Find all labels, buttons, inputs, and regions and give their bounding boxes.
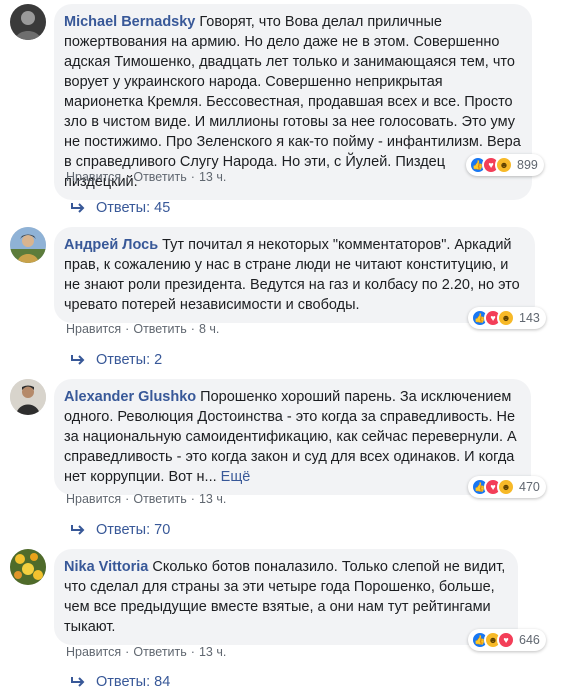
reply-arrow-icon xyxy=(71,677,85,687)
reactions-summary[interactable]: 👍 ☻ ♥ 646 xyxy=(468,629,546,651)
reply-arrow-icon xyxy=(71,203,85,213)
reactions-summary[interactable]: 👍 ♥ ☻ 470 xyxy=(468,476,546,498)
comment-actions: Нравится · Ответить · 8 ч. xyxy=(66,321,219,337)
reply-link[interactable]: Ответить xyxy=(133,322,186,336)
like-link[interactable]: Нравится xyxy=(66,492,121,506)
replies-link[interactable]: Ответы: 45 xyxy=(70,198,170,218)
comment-actions: Нравится · Ответить · 13 ч. xyxy=(66,491,226,507)
avatar[interactable] xyxy=(10,227,46,263)
reactions-summary[interactable]: 👍 ♥ ☻ 899 xyxy=(466,154,544,176)
replies-link[interactable]: Ответы: 84 xyxy=(70,672,170,692)
haha-icon: ☻ xyxy=(495,156,513,174)
reaction-count: 646 xyxy=(519,633,540,647)
comment-bubble: Андрей Лось Тут почитал я некоторых "комм… xyxy=(54,227,535,323)
reply-link[interactable]: Ответить xyxy=(133,170,186,184)
reactions-summary[interactable]: 👍 ♥ ☻ 143 xyxy=(468,307,546,329)
separator-dot: · xyxy=(190,170,195,184)
replies-count: Ответы: 45 xyxy=(96,200,171,216)
comment-time[interactable]: 13 ч. xyxy=(199,170,226,184)
like-link[interactable]: Нравится xyxy=(66,170,121,184)
separator-dot: · xyxy=(190,645,195,659)
comment-author[interactable]: Alexander Glushko xyxy=(64,389,196,405)
separator-dot: · xyxy=(125,492,130,506)
avatar[interactable] xyxy=(10,379,46,415)
love-icon: ♥ xyxy=(497,631,515,649)
replies-link[interactable]: Ответы: 70 xyxy=(70,520,170,540)
comment-text: Говорят, что Вова делал приличные пожерт… xyxy=(64,14,521,190)
avatar-image xyxy=(10,4,46,40)
separator-dot: · xyxy=(125,322,130,336)
comment-author[interactable]: Nika Vittoria xyxy=(64,559,148,575)
comment-bubble: Nika Vittoria Сколько ботов поналазило. Т… xyxy=(54,549,518,645)
avatar-image xyxy=(10,227,46,263)
avatar[interactable] xyxy=(10,549,46,585)
like-link[interactable]: Нравится xyxy=(66,322,121,336)
avatar-image xyxy=(10,549,46,585)
comment-author[interactable]: Michael Bernadsky xyxy=(64,14,195,30)
reaction-count: 470 xyxy=(519,480,540,494)
haha-icon: ☻ xyxy=(497,478,515,496)
reaction-count: 899 xyxy=(517,158,538,172)
avatar-image xyxy=(10,379,46,415)
comment-author[interactable]: Андрей Лось xyxy=(64,237,158,253)
haha-icon: ☻ xyxy=(497,309,515,327)
separator-dot: · xyxy=(125,170,130,184)
reply-link[interactable]: Ответить xyxy=(133,645,186,659)
see-more-link[interactable]: Ещё xyxy=(221,469,251,485)
separator-dot: · xyxy=(190,322,195,336)
reply-arrow-icon xyxy=(71,525,85,535)
comment-actions: Нравится · Ответить · 13 ч. xyxy=(66,169,226,185)
like-link[interactable]: Нравится xyxy=(66,645,121,659)
replies-link[interactable]: Ответы: 2 xyxy=(70,350,162,370)
replies-count: Ответы: 2 xyxy=(96,352,163,368)
separator-dot: · xyxy=(190,492,195,506)
separator-dot: · xyxy=(125,645,130,659)
replies-count: Ответы: 70 xyxy=(96,522,171,538)
reaction-count: 143 xyxy=(519,311,540,325)
comment-bubble: Alexander Glushko Порошенко хороший парен… xyxy=(54,379,531,495)
avatar[interactable] xyxy=(10,4,46,40)
comment-time[interactable]: 13 ч. xyxy=(199,645,226,659)
comment-actions: Нравится · Ответить · 13 ч. xyxy=(66,644,226,660)
comment-time[interactable]: 8 ч. xyxy=(199,322,219,336)
replies-count: Ответы: 84 xyxy=(96,674,171,690)
comment-time[interactable]: 13 ч. xyxy=(199,492,226,506)
reply-arrow-icon xyxy=(71,355,85,365)
reply-link[interactable]: Ответить xyxy=(133,492,186,506)
